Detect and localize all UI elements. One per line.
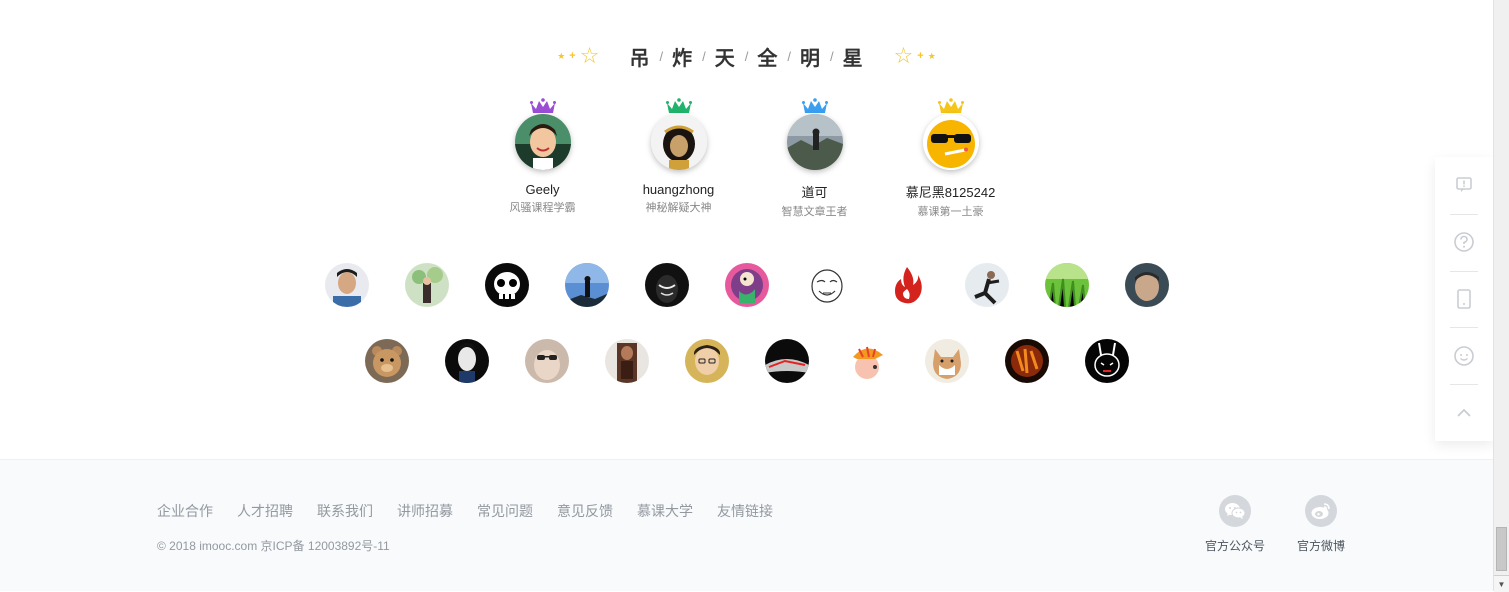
user-avatar[interactable] <box>1044 263 1089 307</box>
title-char: 明 <box>799 47 821 70</box>
user-avatar[interactable] <box>324 263 369 307</box>
weibo-icon[interactable] <box>1305 495 1337 527</box>
scrollbar-thumb[interactable] <box>1496 527 1507 571</box>
star-title: 慕课第一土豪 <box>917 206 984 218</box>
weibo-label[interactable]: 官方微博 <box>1297 537 1345 554</box>
title-text: 吊 / 炸 / 天 / 全 / 明 / 星 <box>629 42 863 71</box>
scroll-down-icon[interactable]: ▼ <box>1494 575 1509 592</box>
crown-icon <box>665 98 692 114</box>
feedback-icon <box>1456 177 1472 193</box>
user-avatar[interactable] <box>724 263 769 307</box>
user-avatar[interactable] <box>524 339 569 383</box>
avatar-row <box>0 339 1493 383</box>
title-char: 星 <box>842 47 864 70</box>
section-title: ★ + ☆ 吊 / 炸 / 天 / 全 / 明 / 星 ☆ + ★ <box>0 40 1493 72</box>
footer-link[interactable]: 联系我们 <box>317 501 373 521</box>
title-separator: / <box>829 48 834 64</box>
user-avatar[interactable] <box>764 339 809 383</box>
star-name[interactable]: Geely <box>526 182 560 197</box>
help-icon <box>1454 232 1474 252</box>
wechat-icon[interactable] <box>1219 495 1251 527</box>
help-button[interactable] <box>1435 213 1493 271</box>
avatar[interactable] <box>650 114 707 170</box>
footer: 企业合作 人才招聘 联系我们 讲师招募 常见问题 意见反馈 慕课大学 友情链接 … <box>0 459 1493 591</box>
footer-link[interactable]: 企业合作 <box>157 501 213 521</box>
footer-link[interactable]: 慕课大学 <box>637 501 693 521</box>
star-name[interactable]: 慕尼黑8125242 <box>906 182 996 201</box>
top-stars-list: Geely 风骚课程学霸 huangzhong 神秘解疑大神 道可 智慧文章王者… <box>0 98 1493 219</box>
right-stars: ☆ + ★ <box>894 45 936 67</box>
title-char: 炸 <box>672 47 694 70</box>
user-avatar[interactable] <box>1084 339 1129 383</box>
user-avatar[interactable] <box>1004 339 1049 383</box>
copyright: © 2018 imooc.com 京ICP备 12003892号-11 <box>157 539 390 553</box>
footer-links: 企业合作 人才招聘 联系我们 讲师招募 常见问题 意见反馈 慕课大学 友情链接 <box>157 501 773 521</box>
star-title: 智慧文章王者 <box>781 206 848 218</box>
footer-link[interactable]: 人才招聘 <box>237 501 293 521</box>
avatar[interactable] <box>922 114 979 170</box>
user-avatar[interactable] <box>884 263 929 307</box>
wechat-label[interactable]: 官方公众号 <box>1205 537 1265 554</box>
user-avatar[interactable] <box>404 263 449 307</box>
crown-icon <box>801 98 828 114</box>
star-name[interactable]: huangzhong <box>643 182 715 197</box>
sparkle-icon: + <box>917 50 924 62</box>
left-stars: ★ + ☆ <box>557 45 599 67</box>
footer-link[interactable]: 讲师招募 <box>397 501 453 521</box>
sparkle-icon: + <box>569 50 576 62</box>
crown-icon <box>529 98 556 114</box>
vertical-scrollbar[interactable]: ▼ <box>1493 0 1509 592</box>
star-name[interactable]: 道可 <box>801 182 827 201</box>
user-avatar[interactable] <box>684 339 729 383</box>
title-separator: / <box>787 48 791 64</box>
back-to-top-icon <box>1457 408 1471 417</box>
user-avatar[interactable] <box>924 339 969 383</box>
mobile-icon <box>1457 289 1471 309</box>
title-char: 吊 <box>629 47 651 70</box>
title-separator: / <box>702 48 706 64</box>
star-outline-icon: ☆ <box>893 43 914 68</box>
user-avatar[interactable] <box>1124 263 1169 307</box>
user-avatar[interactable] <box>804 263 849 307</box>
user-avatar[interactable] <box>604 339 649 383</box>
wechat-link[interactable]: 官方公众号 <box>1205 495 1265 554</box>
title-separator: / <box>659 48 664 64</box>
footer-link[interactable]: 意见反馈 <box>557 501 613 521</box>
user-avatar[interactable] <box>644 263 689 307</box>
star-card-daoke[interactable]: 道可 智慧文章王者 <box>775 98 855 219</box>
avatar[interactable] <box>514 114 571 170</box>
side-toolbar <box>1435 157 1493 441</box>
user-avatar[interactable] <box>484 263 529 307</box>
star-card-geely[interactable]: Geely 风骚课程学霸 <box>503 98 583 219</box>
user-avatar[interactable] <box>964 263 1009 307</box>
feedback-button[interactable] <box>1435 157 1493 214</box>
weibo-link[interactable]: 官方微博 <box>1297 495 1345 554</box>
smile-icon <box>1454 345 1474 366</box>
user-avatar[interactable] <box>444 339 489 383</box>
star-card-munihei[interactable]: 慕尼黑8125242 慕课第一土豪 <box>906 98 995 219</box>
user-avatar[interactable] <box>364 339 409 383</box>
user-avatar[interactable] <box>564 263 609 307</box>
user-avatar[interactable] <box>844 339 889 383</box>
star-icon: ★ <box>927 50 936 61</box>
mobile-app-button[interactable] <box>1435 270 1493 328</box>
back-to-top-button[interactable] <box>1435 384 1493 441</box>
footer-link[interactable]: 友情链接 <box>717 501 773 521</box>
star-icon: ★ <box>557 50 566 61</box>
avatar[interactable] <box>786 114 843 170</box>
avatar-row <box>0 263 1493 307</box>
title-char: 天 <box>714 47 736 70</box>
star-title: 神秘解疑大神 <box>645 202 712 214</box>
star-title: 风骚课程学霸 <box>509 202 576 214</box>
star-outline-icon: ☆ <box>579 43 600 68</box>
title-char: 全 <box>757 47 779 70</box>
title-separator: / <box>744 48 749 64</box>
footer-link[interactable]: 常见问题 <box>477 501 533 521</box>
crown-icon <box>937 98 964 114</box>
customer-service-button[interactable] <box>1435 327 1493 384</box>
star-card-huangzhong[interactable]: huangzhong 神秘解疑大神 <box>639 98 719 219</box>
